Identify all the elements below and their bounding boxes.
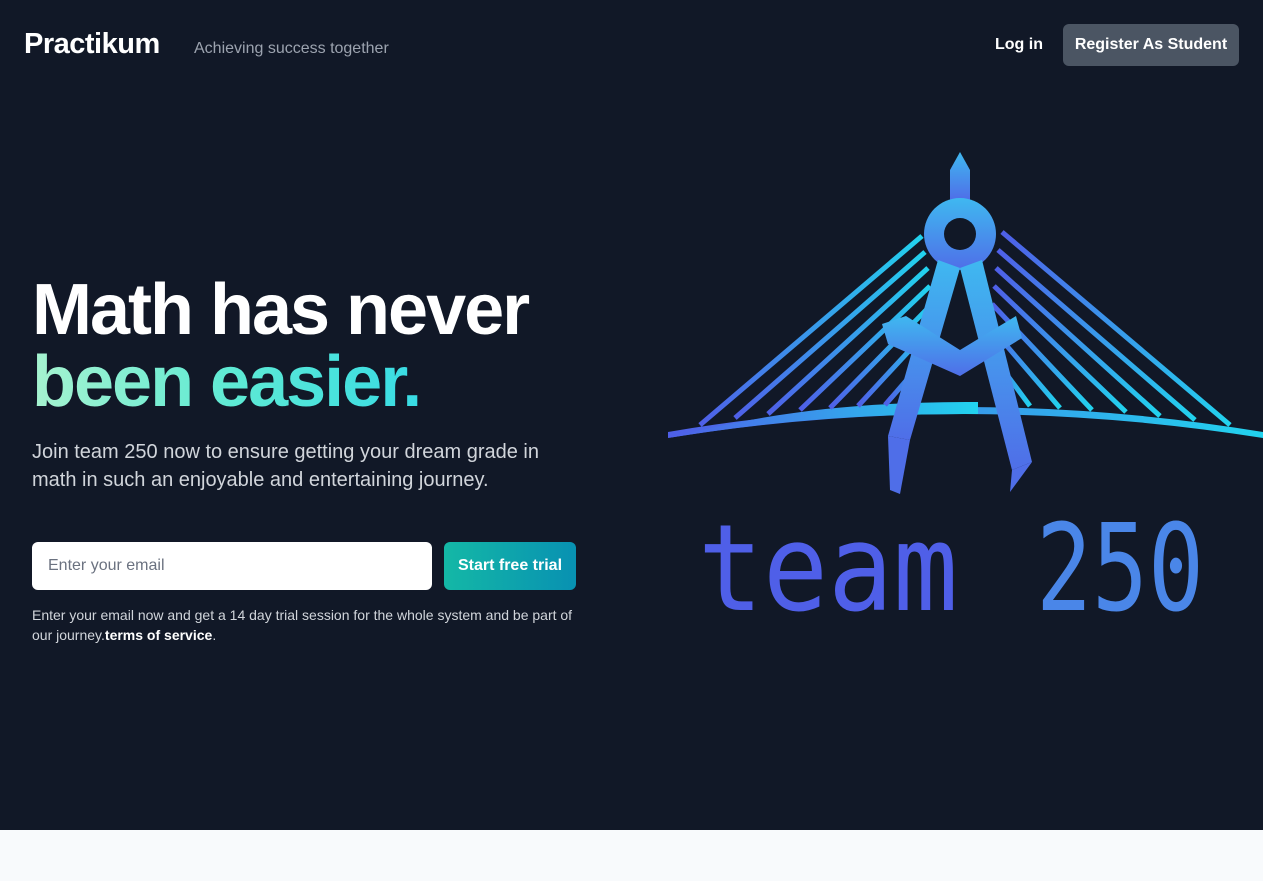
team-250-logo: team 250 <box>668 152 1263 630</box>
headline-line-2: been easier. <box>32 346 528 418</box>
compass-bridge-icon <box>668 152 1263 494</box>
logo-number: 250 <box>1036 500 1204 630</box>
next-section-strip <box>0 830 1263 881</box>
hero-section: Practikum Achieving success together Log… <box>0 0 1263 830</box>
fineprint-end: . <box>212 627 217 643</box>
trial-fineprint: Enter your email now and get a 14 day tr… <box>32 605 580 645</box>
brand-logo[interactable]: Practikum <box>24 28 160 61</box>
start-free-trial-button[interactable]: Start free trial <box>444 542 576 590</box>
email-input[interactable] <box>32 542 432 590</box>
terms-of-service-link[interactable]: terms of service <box>105 627 212 643</box>
login-link[interactable]: Log in <box>995 36 1043 54</box>
brand-tagline: Achieving success together <box>194 40 389 57</box>
hero-subtext: Join team 250 now to ensure getting your… <box>32 441 539 491</box>
logo-word: team <box>698 500 958 630</box>
headline-line-1: Math has never <box>32 270 530 350</box>
hero-headline: Math has never been easier. <box>32 270 530 418</box>
register-student-button[interactable]: Register As Student <box>1063 24 1239 66</box>
